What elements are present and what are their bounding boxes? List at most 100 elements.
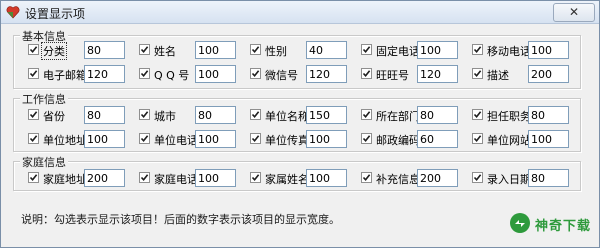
width-input[interactable] <box>195 41 236 59</box>
width-input[interactable] <box>528 65 569 83</box>
show-checkbox[interactable] <box>472 133 483 144</box>
title-bar[interactable]: 设置显示项 ✕ <box>1 1 599 24</box>
width-input[interactable] <box>528 41 569 59</box>
option-label[interactable]: 分类 <box>41 42 67 60</box>
close-button[interactable]: ✕ <box>553 3 595 22</box>
option-label[interactable]: 描述 <box>487 67 509 83</box>
checkmark-icon <box>362 70 371 78</box>
group-label: 工作信息 <box>20 91 68 107</box>
show-checkbox[interactable] <box>28 44 39 55</box>
option-label[interactable]: 家属姓名 <box>265 171 309 187</box>
option-label[interactable]: 城市 <box>154 108 176 124</box>
show-checkbox[interactable] <box>28 109 39 120</box>
checkmark-icon <box>140 111 149 119</box>
show-checkbox[interactable] <box>361 44 372 55</box>
width-input[interactable] <box>306 130 347 148</box>
width-input[interactable] <box>84 41 125 59</box>
width-input[interactable] <box>417 106 458 124</box>
option-label[interactable]: 电子邮箱 <box>43 67 87 83</box>
option-label[interactable]: 家庭地址 <box>43 171 87 187</box>
show-checkbox[interactable] <box>28 68 39 79</box>
width-input[interactable] <box>528 106 569 124</box>
width-input[interactable] <box>528 130 569 148</box>
width-input[interactable] <box>417 41 458 59</box>
show-checkbox[interactable] <box>139 68 150 79</box>
width-input[interactable] <box>195 65 236 83</box>
show-checkbox[interactable] <box>361 68 372 79</box>
show-checkbox[interactable] <box>28 133 39 144</box>
width-input[interactable] <box>84 130 125 148</box>
width-input[interactable] <box>84 106 125 124</box>
option-label[interactable]: 录入日期 <box>487 171 531 187</box>
option-label[interactable]: 姓名 <box>154 43 176 59</box>
width-input[interactable] <box>417 130 458 148</box>
option-label[interactable]: 邮政编码 <box>376 132 420 148</box>
show-checkbox[interactable] <box>250 44 261 55</box>
option-label[interactable]: 所在部门 <box>376 108 420 124</box>
show-checkbox[interactable] <box>139 44 150 55</box>
watermark-logo-icon <box>510 213 530 233</box>
checkmark-icon <box>473 46 482 54</box>
group-label: 基本信息 <box>20 28 68 44</box>
option-label[interactable]: 单位名称 <box>265 108 309 124</box>
width-input[interactable] <box>528 169 569 187</box>
group-family-info: 家庭信息 家庭地址 家庭电话 家属姓名 补充信息 录入日期 <box>13 154 581 191</box>
watermark-text: 神奇下载 <box>535 219 592 234</box>
checkmark-icon <box>29 174 38 182</box>
width-input[interactable] <box>195 130 236 148</box>
checkmark-icon <box>362 46 371 54</box>
show-checkbox[interactable] <box>250 133 261 144</box>
width-input[interactable] <box>417 169 458 187</box>
option-label[interactable]: 单位电话 <box>154 132 198 148</box>
option-label[interactable]: 固定电话 <box>376 43 420 59</box>
width-input[interactable] <box>195 106 236 124</box>
checkmark-icon <box>473 174 482 182</box>
show-checkbox[interactable] <box>472 109 483 120</box>
show-checkbox[interactable] <box>250 68 261 79</box>
show-checkbox[interactable] <box>139 172 150 183</box>
show-checkbox[interactable] <box>361 109 372 120</box>
option-label[interactable]: 补充信息 <box>376 171 420 187</box>
option-label[interactable]: 担任职务 <box>487 108 531 124</box>
checkmark-icon <box>473 135 482 143</box>
width-input[interactable] <box>84 65 125 83</box>
checkmark-icon <box>362 135 371 143</box>
option-label[interactable]: 单位传真 <box>265 132 309 148</box>
show-checkbox[interactable] <box>472 44 483 55</box>
width-input[interactable] <box>306 41 347 59</box>
help-note: 说明：勾选表示显示该项目！后面的数字表示该项目的显示宽度。 <box>21 213 340 226</box>
show-checkbox[interactable] <box>472 68 483 79</box>
checkmark-icon <box>251 174 260 182</box>
option-label[interactable]: 单位网站 <box>487 132 531 148</box>
heart-app-icon <box>6 6 20 19</box>
width-input[interactable] <box>195 169 236 187</box>
option-label[interactable]: 性别 <box>265 43 287 59</box>
show-checkbox[interactable] <box>250 172 261 183</box>
option-label[interactable]: 移动电话 <box>487 43 531 59</box>
checkmark-icon <box>140 174 149 182</box>
close-icon: ✕ <box>568 5 580 19</box>
show-checkbox[interactable] <box>28 172 39 183</box>
show-checkbox[interactable] <box>139 133 150 144</box>
width-input[interactable] <box>306 169 347 187</box>
group-label: 家庭信息 <box>20 154 68 170</box>
option-label[interactable]: 省份 <box>43 108 65 124</box>
option-label[interactable]: 微信号 <box>265 67 298 83</box>
checkmark-icon <box>473 70 482 78</box>
width-input[interactable] <box>417 65 458 83</box>
show-checkbox[interactable] <box>361 172 372 183</box>
checkmark-icon <box>140 70 149 78</box>
option-label[interactable]: 旺旺号 <box>376 67 409 83</box>
width-input[interactable] <box>306 65 347 83</box>
option-label[interactable]: 家庭电话 <box>154 171 198 187</box>
show-checkbox[interactable] <box>361 133 372 144</box>
group-work-info: 工作信息 省份 城市 单位名称 所在部门 担任职务 单位地址 单位电话 单位传真 邮政编码 单位… <box>13 91 581 152</box>
show-checkbox[interactable] <box>250 109 261 120</box>
option-label[interactable]: 单位地址 <box>43 132 87 148</box>
width-input[interactable] <box>306 106 347 124</box>
settings-dialog: 设置显示项 ✕ 基本信息 分类 姓名 性别 固定电话 移动电话 电子邮箱 Q Q 号 微信号… <box>0 0 600 248</box>
show-checkbox[interactable] <box>139 109 150 120</box>
option-label[interactable]: Q Q 号 <box>154 67 189 83</box>
width-input[interactable] <box>84 169 125 187</box>
show-checkbox[interactable] <box>472 172 483 183</box>
